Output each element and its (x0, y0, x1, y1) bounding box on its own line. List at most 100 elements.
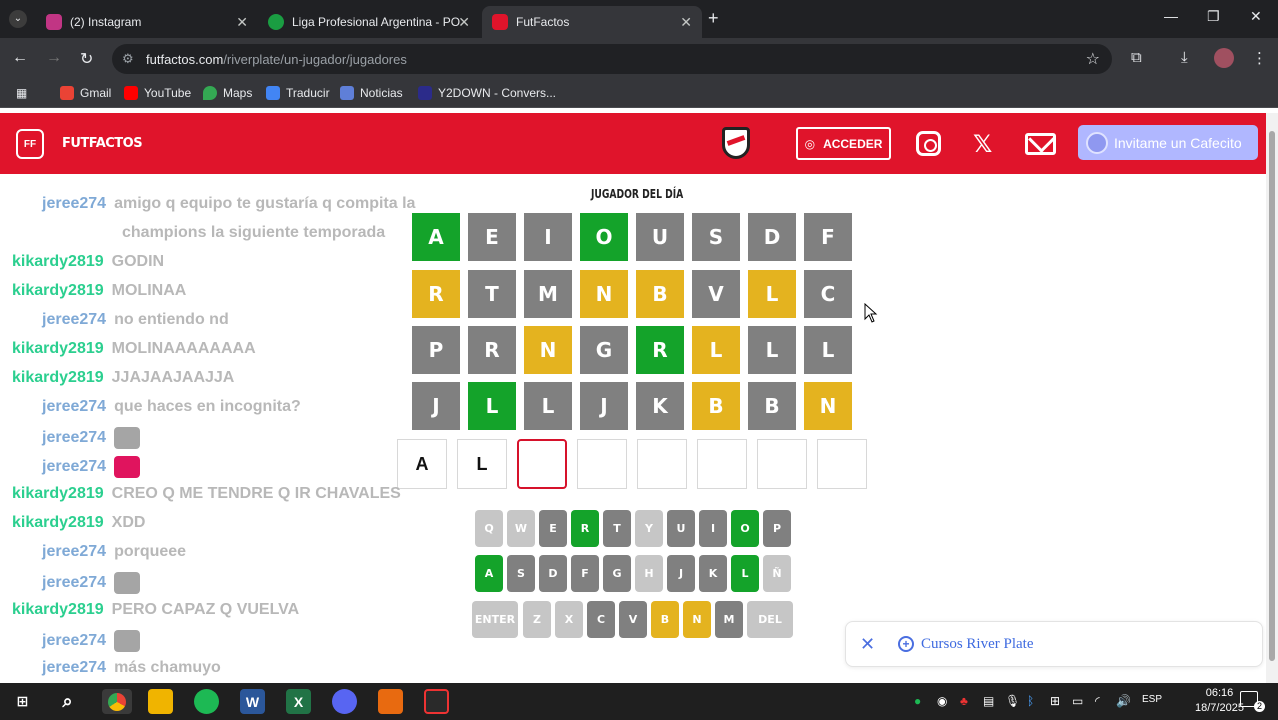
bookmark-noticias[interactable]: Noticias (340, 86, 403, 100)
key-b[interactable]: B (651, 601, 679, 638)
close-icon[interactable]: ✕ (458, 14, 470, 31)
toast-text[interactable]: Cursos River Plate (921, 636, 1034, 653)
key-s[interactable]: S (507, 555, 535, 592)
site-logo-text[interactable]: FUTFACTOS (62, 136, 143, 151)
mail-icon[interactable] (1025, 133, 1056, 155)
download-icon[interactable]: ⤓ (1181, 49, 1188, 66)
search-icon[interactable]: ⌕ (55, 689, 80, 714)
tab-instagram[interactable]: (2) Instagram ✕ (36, 6, 258, 38)
bookmark-gmail[interactable]: Gmail (60, 86, 111, 100)
discord-icon[interactable] (332, 689, 357, 714)
file-explorer-icon[interactable] (148, 689, 173, 714)
tray-app-icon[interactable]: ♣ (960, 694, 968, 708)
mic-icon[interactable]: 🎙 (1005, 694, 1020, 708)
tab-liga[interactable]: Liga Profesional Argentina - PO ✕ (258, 6, 480, 38)
instagram-icon[interactable] (916, 131, 941, 156)
cursos-toast[interactable]: ✕ + Cursos River Plate (845, 621, 1263, 667)
windows-start-icon[interactable]: ⊞ (10, 689, 35, 714)
input-tile[interactable] (757, 439, 807, 489)
input-tile[interactable] (637, 439, 687, 489)
key-h[interactable]: H (635, 555, 663, 592)
back-icon[interactable]: ← (12, 49, 28, 67)
scrollbar-thumb[interactable] (1269, 131, 1275, 661)
key-c[interactable]: C (587, 601, 615, 638)
key-p[interactable]: P (763, 510, 791, 547)
apps-icon[interactable]: ▦ (16, 86, 27, 100)
menu-icon[interactable]: ⋮ (1252, 49, 1267, 67)
key-q[interactable]: Q (475, 510, 503, 547)
minimize-icon[interactable]: — (1164, 8, 1178, 24)
key-g[interactable]: G (603, 555, 631, 592)
excel-icon[interactable]: X (286, 689, 311, 714)
bookmark-traducir[interactable]: Traducir (266, 86, 330, 100)
key-e[interactable]: E (539, 510, 567, 547)
chrome-icon[interactable] (102, 689, 132, 714)
input-tile[interactable] (697, 439, 747, 489)
restore-icon[interactable]: ❐ (1207, 8, 1220, 25)
key-del[interactable]: DEL (747, 601, 793, 638)
key-d[interactable]: D (539, 555, 567, 592)
key-w[interactable]: W (507, 510, 535, 547)
river-plate-shield-icon[interactable] (722, 127, 750, 159)
key-y[interactable]: Y (635, 510, 663, 547)
key-v[interactable]: V (619, 601, 647, 638)
fl-studio-icon[interactable] (378, 689, 403, 714)
spotify-icon[interactable] (194, 689, 219, 714)
key-i[interactable]: I (699, 510, 727, 547)
spotify-tray-icon[interactable]: ● (914, 694, 921, 708)
key-t[interactable]: T (603, 510, 631, 547)
page-scrollbar[interactable] (1266, 113, 1278, 683)
key-n[interactable]: N (683, 601, 711, 638)
input-tile[interactable]: L (457, 439, 507, 489)
tab-futfactos[interactable]: FutFactos ✕ (482, 6, 702, 38)
tray-app4-icon[interactable]: ▭ (1072, 694, 1083, 708)
tab-search-icon[interactable]: ⌄ (9, 10, 27, 28)
system-clock[interactable]: 06:16 18/7/2025 (1195, 686, 1244, 716)
bookmark-maps[interactable]: Maps (203, 86, 252, 100)
extensions-icon[interactable]: ⧉ (1131, 49, 1142, 66)
site-info-icon[interactable]: ⚙ (122, 51, 134, 67)
x-twitter-icon[interactable]: 𝕏 (973, 130, 992, 159)
key-j[interactable]: J (667, 555, 695, 592)
word-icon[interactable]: W (240, 689, 265, 714)
cafecito-button[interactable]: Invitame un Cafecito (1078, 125, 1258, 160)
reload-icon[interactable]: ↻ (80, 49, 93, 69)
window-close-icon[interactable]: ✕ (1250, 8, 1262, 25)
key-r[interactable]: R (571, 510, 599, 547)
acceder-button[interactable]: ◎ ACCEDER (796, 127, 891, 160)
bookmark-youtube[interactable]: YouTube (124, 86, 191, 100)
volume-icon[interactable]: 🔊 (1116, 694, 1131, 708)
language-indicator[interactable]: ESP (1142, 694, 1162, 705)
close-icon[interactable]: ✕ (680, 14, 692, 31)
futfactos-logo-icon[interactable]: FF (16, 129, 44, 159)
input-tile[interactable] (817, 439, 867, 489)
notification-center-icon[interactable]: 2 (1240, 691, 1265, 712)
close-icon[interactable]: ✕ (860, 634, 875, 655)
input-tile[interactable] (517, 439, 567, 489)
close-icon[interactable]: ✕ (236, 14, 248, 31)
key-l[interactable]: L (731, 555, 759, 592)
tray-app2-icon[interactable]: ▤ (983, 694, 994, 708)
profile-avatar[interactable] (1214, 48, 1234, 68)
tray-app3-icon[interactable]: ⊞ (1050, 694, 1060, 708)
key-a[interactable]: A (475, 555, 503, 592)
wifi-icon[interactable]: ◜ (1095, 694, 1100, 708)
key-enter[interactable]: ENTER (472, 601, 518, 638)
key-z[interactable]: Z (523, 601, 551, 638)
input-tile[interactable]: A (397, 439, 447, 489)
steam-tray-icon[interactable]: ◉ (937, 694, 947, 708)
key-ñ[interactable]: Ñ (763, 555, 791, 592)
address-bar[interactable]: ⚙ futfactos.com/riverplate/un-jugador/ju… (112, 44, 1112, 74)
key-o[interactable]: O (731, 510, 759, 547)
key-m[interactable]: M (715, 601, 743, 638)
key-x[interactable]: X (555, 601, 583, 638)
bookmark-star-icon[interactable]: ☆ (1086, 49, 1100, 69)
key-f[interactable]: F (571, 555, 599, 592)
key-k[interactable]: K (699, 555, 727, 592)
new-tab-button[interactable]: + (708, 8, 719, 29)
bluetooth-icon[interactable]: ᛒ (1027, 694, 1034, 708)
key-u[interactable]: U (667, 510, 695, 547)
input-tile[interactable] (577, 439, 627, 489)
forward-icon[interactable]: → (46, 49, 62, 67)
app-icon[interactable] (424, 689, 449, 714)
